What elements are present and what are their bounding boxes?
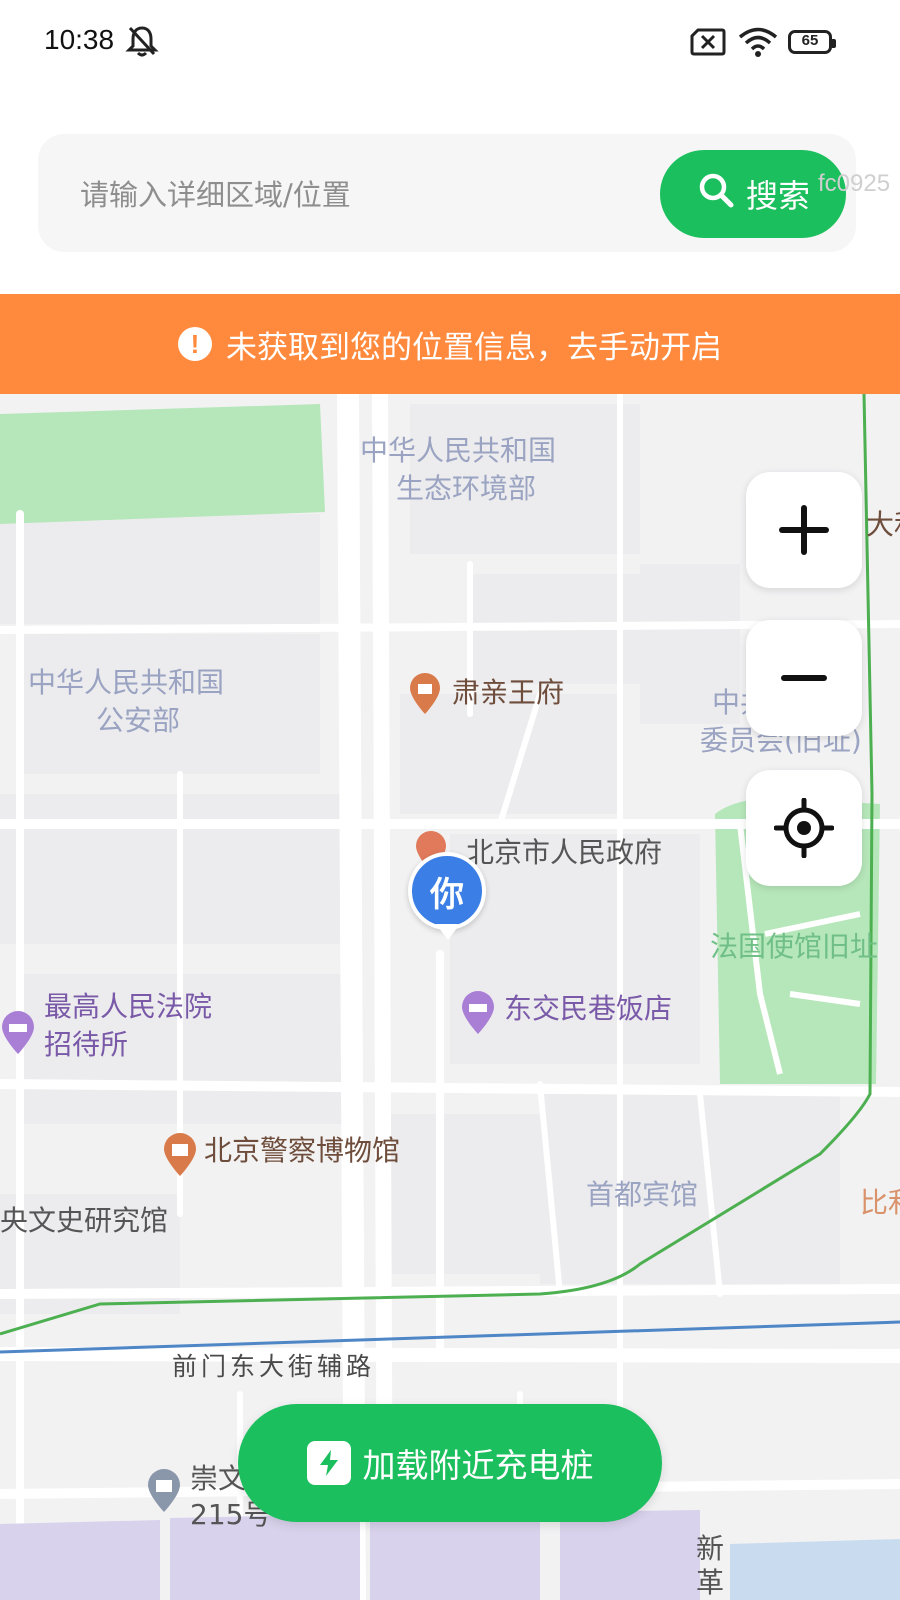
plus-icon bbox=[779, 505, 829, 555]
map-label-supreme-court-line1[interactable]: 最高人民法院 bbox=[44, 988, 212, 1026]
landmark-pin-icon[interactable] bbox=[408, 672, 442, 720]
search-input[interactable] bbox=[78, 172, 642, 218]
watermark: fc0925 bbox=[818, 170, 891, 197]
map-label-edge-top: 大和 bbox=[866, 508, 900, 541]
map-label-wenshi: 央文史研究馆 bbox=[0, 1204, 169, 1237]
museum-pin-icon[interactable] bbox=[162, 1132, 198, 1182]
map-label-dongjiao-hotel[interactable]: 东交民巷饭店 bbox=[504, 990, 672, 1028]
no-sim-icon bbox=[690, 28, 726, 60]
map-label-police-museum[interactable]: 北京警察博物馆 bbox=[204, 1132, 400, 1170]
status-time: 10:38 bbox=[44, 24, 115, 55]
zoom-in-button[interactable] bbox=[746, 472, 862, 588]
hotel-pin-icon[interactable] bbox=[0, 1010, 36, 1060]
map-label-ministry-ps-line1: 中华人民共和国 bbox=[28, 666, 225, 699]
map-label-xin-line1: 新 bbox=[696, 1532, 725, 1565]
search-icon bbox=[696, 170, 736, 218]
lightning-icon bbox=[306, 1441, 351, 1485]
locate-icon bbox=[774, 798, 834, 858]
map-label-road: 前门东大街辅路 bbox=[172, 1352, 376, 1381]
map-label-beijing-gov[interactable]: 北京市人民政府 bbox=[466, 834, 662, 872]
you-marker-tail bbox=[436, 924, 460, 940]
mute-icon bbox=[124, 24, 160, 62]
map-label-suqin[interactable]: 肃亲王府 bbox=[452, 674, 564, 712]
load-nearby-chargers-button[interactable]: 加载附近充电桩 bbox=[238, 1404, 662, 1522]
current-location-marker[interactable]: 你 bbox=[406, 850, 490, 950]
locate-button[interactable] bbox=[746, 770, 862, 886]
location-alert-banner[interactable]: ! 未获取到您的位置信息，去手动开启 bbox=[0, 294, 900, 394]
status-bar: 10:38 65 bbox=[0, 0, 900, 86]
zoom-out-button[interactable] bbox=[746, 620, 862, 736]
battery-icon: 65 bbox=[788, 30, 836, 54]
map-label-xin-line2: 革 bbox=[696, 1566, 725, 1599]
map-label-edge-bottom: 比利 bbox=[860, 1186, 900, 1219]
exclamation-icon: ! bbox=[178, 327, 212, 361]
map-label-ministry-eco-line1: 中华人民共和国 bbox=[360, 434, 557, 467]
minus-icon bbox=[781, 675, 827, 681]
battery-level: 65 bbox=[801, 32, 819, 49]
hotel-pin-icon[interactable] bbox=[460, 990, 496, 1040]
map-label-ministry-eco-line2: 生态环境部 bbox=[396, 472, 537, 505]
map-label-french-embassy: 法国使馆旧址 bbox=[710, 930, 879, 963]
location-alert-text: 未获取到您的位置信息，去手动开启 bbox=[226, 329, 722, 366]
charge-button-label: 加载附近充电桩 bbox=[362, 1447, 594, 1484]
map-label-ministry-ps-line2: 公安部 bbox=[96, 704, 181, 737]
wifi-icon bbox=[738, 26, 778, 62]
you-marker-label: 你 bbox=[408, 852, 486, 930]
search-bar: 搜索 bbox=[38, 134, 856, 252]
building-pin-icon[interactable] bbox=[146, 1468, 182, 1518]
map-label-supreme-court-line2[interactable]: 招待所 bbox=[44, 1026, 128, 1064]
search-button-label: 搜索 bbox=[745, 177, 810, 215]
map-label-shoudu-hotel: 首都宾馆 bbox=[586, 1178, 699, 1211]
